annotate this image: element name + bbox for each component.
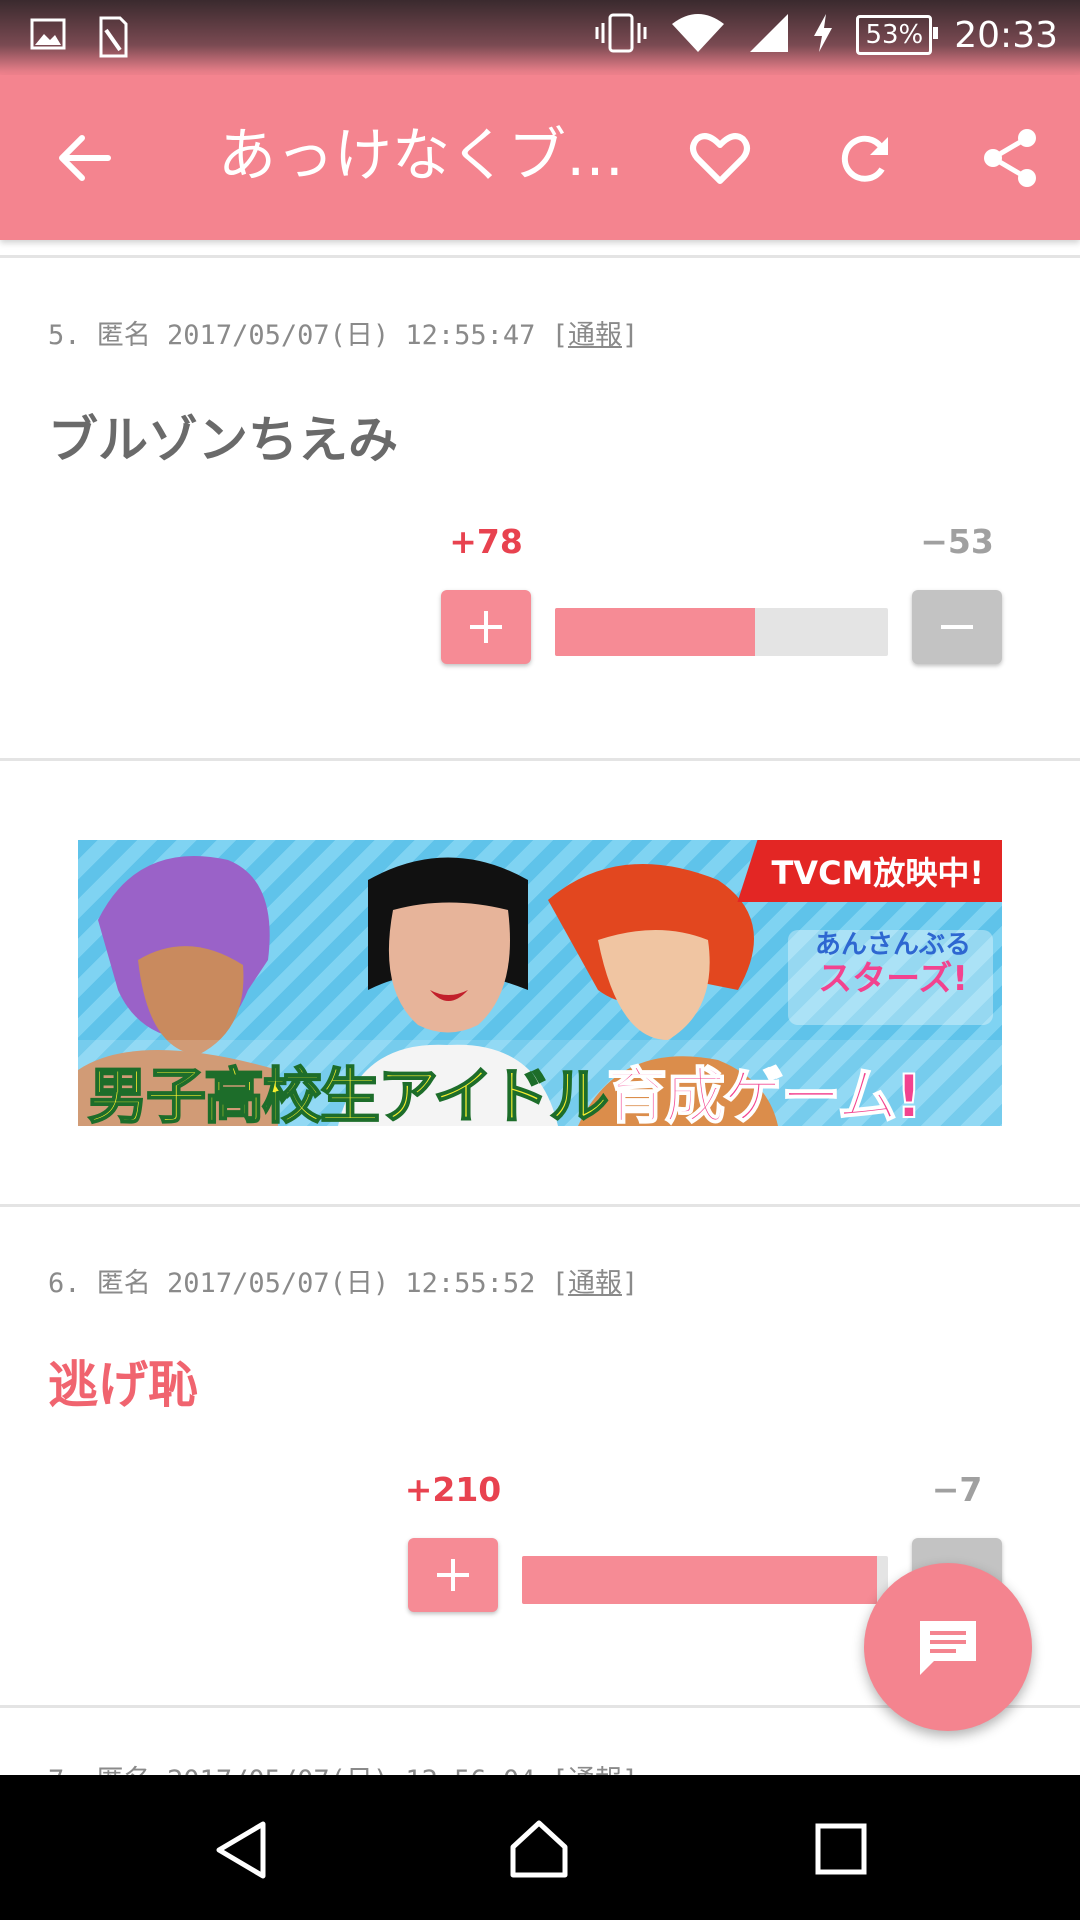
plus-icon [437, 1559, 469, 1591]
comment-fab-button[interactable] [864, 1563, 1032, 1731]
comment-number: 5. [48, 320, 81, 351]
ad-headline-a: 男子高校生アイドル [87, 1061, 610, 1126]
comment-author: 匿名 [97, 1765, 151, 1775]
comment-time: 12:56:04 [405, 1765, 535, 1775]
sd-card-icon [98, 16, 128, 62]
share-icon[interactable] [975, 123, 1045, 193]
status-bar: 53% 20:33 [0, 0, 1080, 75]
comment-meta: 7. 匿名 2017/05/07(日) 12:56:04 [通報] [48, 1758, 638, 1775]
recents-nav-icon[interactable] [815, 1823, 867, 1879]
comment-date: 2017/05/07(日) [167, 1765, 389, 1775]
report-link[interactable]: 通報 [568, 1765, 622, 1775]
ad-logo-line1: あんさんぶる [814, 930, 971, 960]
minus-button[interactable] [912, 590, 1002, 664]
comment-time: 12:55:52 [405, 1268, 536, 1299]
divider [0, 1204, 1080, 1207]
comment-date: 2017/05/07(日) [167, 1268, 390, 1299]
comment-time: 12:55:47 [405, 320, 536, 351]
vibrate-icon [594, 13, 648, 57]
report-bracket-open: [ [551, 320, 568, 351]
minus-icon [941, 625, 973, 629]
comment-date: 2017/05/07(日) [167, 320, 390, 351]
report-bracket-close: ] [621, 320, 639, 351]
refresh-icon[interactable] [830, 123, 900, 193]
ad-headline: 男子高校生アイドル育成ゲーム! [87, 1048, 924, 1126]
back-arrow-icon[interactable] [50, 123, 120, 193]
comment-author: 匿名 [96, 320, 151, 351]
report-bracket-close: ] [622, 1765, 638, 1775]
comment-meta: 5. 匿名 2017/05/07(日) 12:55:47 [通報] [48, 313, 638, 352]
comment-author: 匿名 [96, 1268, 151, 1299]
comment-number: 7. [48, 1765, 81, 1775]
page-title: あっけなくブ… [218, 121, 625, 189]
divider [0, 255, 1080, 258]
comment-number: 6. [48, 1268, 81, 1299]
plus-count: +78 [449, 522, 523, 561]
charging-icon [812, 14, 834, 56]
ad-logo-line2: スターズ! [818, 959, 968, 999]
minus-count: −53 [920, 522, 994, 561]
divider [0, 758, 1080, 761]
back-nav-icon[interactable] [213, 1820, 269, 1884]
app-bar: あっけなくブ… [0, 75, 1080, 240]
status-time: 20:33 [954, 14, 1058, 56]
report-link[interactable]: 通報 [568, 320, 622, 351]
plus-button[interactable] [441, 590, 531, 664]
home-nav-icon[interactable] [507, 1817, 571, 1885]
comment-body: ブルゾンちえみ [48, 411, 398, 469]
vote-ratio-fill [555, 608, 755, 656]
report-bracket-open: [ [552, 1765, 568, 1775]
heart-icon[interactable] [685, 123, 755, 193]
vote-ratio-bar [555, 608, 888, 656]
plus-icon [470, 611, 502, 643]
wifi-icon [670, 12, 726, 58]
report-bracket-close: ] [621, 1268, 639, 1299]
image-icon [30, 16, 66, 62]
ad-logo: あんさんぶる スターズ! [803, 928, 983, 996]
plus-button[interactable] [408, 1538, 498, 1612]
signal-icon [748, 12, 790, 58]
ad-badge: TVCM放映中! [737, 840, 1002, 902]
ad-headline-b: 育成ゲーム! [606, 1061, 924, 1126]
comment-body: 逃げ恥 [48, 1356, 198, 1414]
vote-ratio-bar [522, 1556, 888, 1604]
vote-ratio-fill [522, 1556, 878, 1604]
plus-count: +210 [404, 1470, 502, 1509]
comment-icon [920, 1621, 976, 1675]
comment-list: 5. 匿名 2017/05/07(日) 12:55:47 [通報] ブルゾンちえ… [0, 240, 1080, 1775]
ad-banner[interactable]: TVCM放映中! あんさんぶる スターズ! 男子高校生アイドル育成ゲーム! [78, 840, 1002, 1126]
report-bracket-open: [ [551, 1268, 568, 1299]
navigation-bar [0, 1775, 1080, 1920]
battery-indicator: 53% [856, 15, 939, 55]
comment-meta: 6. 匿名 2017/05/07(日) 12:55:52 [通報] [48, 1261, 638, 1300]
minus-count: −7 [931, 1470, 983, 1509]
report-link[interactable]: 通報 [568, 1268, 622, 1299]
